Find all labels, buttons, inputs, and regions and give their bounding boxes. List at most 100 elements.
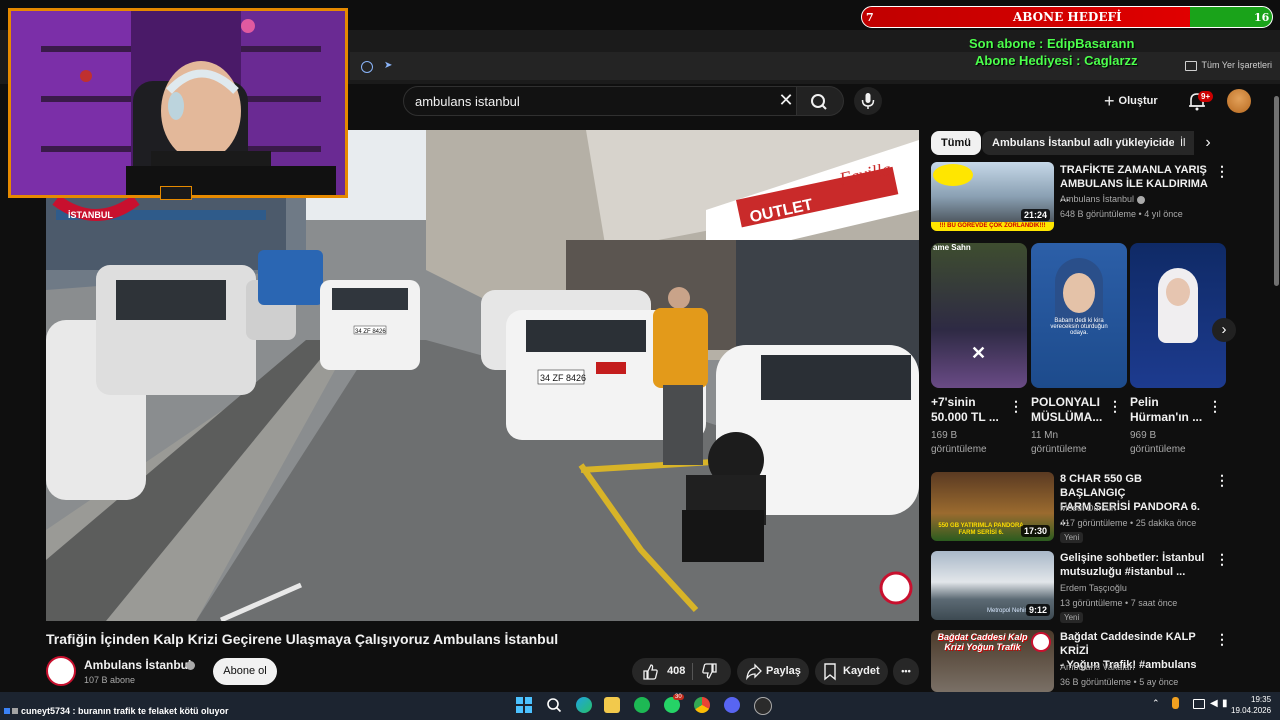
thumbnail-badge xyxy=(933,164,973,186)
related-video-channel[interactable]: Ambulans İstanbul xyxy=(1060,194,1145,204)
more-options-icon[interactable]: ⋮ xyxy=(1009,398,1023,415)
clock-time[interactable]: 19:35 xyxy=(1251,695,1271,704)
related-video-thumbnail[interactable]: !!! BU GÖREVDE ÇOK ZORLANDIK!!! 21:24 xyxy=(931,162,1054,231)
related-video-thumbnail[interactable]: Bağdat Caddesi Kalp Krizi Yoğun Trafik xyxy=(931,630,1054,692)
create-button[interactable]: + Oluştur xyxy=(1104,88,1158,114)
chrome-icon[interactable] xyxy=(694,697,710,713)
short-thumbnail[interactable] xyxy=(1130,243,1226,388)
obs-icon[interactable] xyxy=(754,697,772,715)
microphone-tray-icon[interactable] xyxy=(1172,697,1179,709)
like-button[interactable]: 408 xyxy=(642,658,685,685)
related-video-channel[interactable]: Ambulans Vakaları xyxy=(1060,662,1135,672)
discord-icon[interactable] xyxy=(724,697,740,713)
network-icon[interactable] xyxy=(1193,699,1205,709)
windows-start-icon[interactable] xyxy=(516,697,532,713)
chip-all[interactable]: Tümü xyxy=(931,131,981,155)
more-options-icon[interactable]: ⋮ xyxy=(1208,398,1222,415)
video-title: Trafiğin İçinden Kalp Krizi Geçirene Ula… xyxy=(46,631,559,647)
video-duration: 21:24 xyxy=(1020,209,1050,221)
thumbs-up-icon xyxy=(643,664,658,680)
video-duration: 9:12 xyxy=(1025,604,1050,616)
related-video-stats: 13 görüntüleme • 7 saat önce xyxy=(1060,598,1178,608)
short-views: 969 Bgörüntüleme xyxy=(1130,430,1186,455)
shorts-next-button[interactable]: › xyxy=(1212,318,1236,342)
channel-name[interactable]: Ambulans İstanbul xyxy=(84,658,191,672)
chip-related-label: İl xyxy=(1180,137,1186,149)
save-button[interactable]: Kaydet xyxy=(815,658,888,685)
subscribe-button[interactable]: Abone ol xyxy=(213,658,277,685)
dislike-button[interactable] xyxy=(702,658,718,696)
microphone-icon xyxy=(861,93,875,109)
share-button[interactable]: Paylaş xyxy=(737,658,809,685)
goal-label: ABONE HEDEFİ xyxy=(1013,10,1122,24)
goal-current-count: 7 xyxy=(866,11,874,24)
search-icon xyxy=(811,94,827,110)
streamer-logo-badge xyxy=(160,186,192,200)
scrollbar-thumb[interactable] xyxy=(1274,96,1279,286)
more-options-icon[interactable]: ⋮ xyxy=(1215,551,1229,568)
related-video-channel[interactable]: Mesut Dursun xyxy=(1060,503,1116,513)
short-title[interactable]: POLONYALI MÜSLÜMA... xyxy=(1031,395,1102,425)
voice-search-button[interactable] xyxy=(854,87,882,115)
spotify-icon[interactable] xyxy=(634,697,650,713)
thumbs-down-icon xyxy=(702,663,717,679)
search-icon[interactable] xyxy=(546,697,562,713)
battery-icon[interactable]: ▮ xyxy=(1222,698,1228,709)
chat-badge-icon xyxy=(4,708,10,714)
channel-logo-icon xyxy=(1031,632,1051,652)
plus-icon: + xyxy=(1104,91,1115,112)
account-avatar[interactable] xyxy=(1227,89,1251,113)
volume-icon[interactable]: ◀ xyxy=(1210,698,1218,709)
new-badge: Yeni xyxy=(1060,532,1084,543)
plate-1: 34 ZF 8426 xyxy=(355,329,386,335)
video-player[interactable]: OUTLET Favilla 34 ZF 8426 34 ZF 8426 İST… xyxy=(46,130,919,621)
close-x-mark: ✕ xyxy=(971,343,987,363)
related-video-channel[interactable]: Erdem Taşçıoğlu xyxy=(1060,583,1127,593)
plate-2: 34 ZF 8426 xyxy=(540,373,586,383)
short-title[interactable]: Pelin Hürman'ın ... xyxy=(1130,395,1202,425)
chat-badge-icon xyxy=(12,708,18,714)
related-video-thumbnail[interactable]: 550 GB YATIRIMLA PANDORA FARM SERİSİ 6. … xyxy=(931,472,1054,541)
channel-avatar[interactable] xyxy=(46,656,76,686)
short-title[interactable]: +7'sinin 50.000 TL ... xyxy=(931,395,999,425)
clear-search-icon[interactable]: ✕ xyxy=(777,91,795,109)
share-icon xyxy=(746,663,762,681)
short-thumbnail[interactable]: Babam dedi ki kira vereceksin oturduğun … xyxy=(1031,243,1127,388)
all-bookmarks-button[interactable]: Tüm Yer İşaretleri xyxy=(1185,60,1272,71)
chip-from-uploader[interactable]: Ambulans İstanbul adlı yükleyiciden xyxy=(982,131,1192,155)
stream-chat-message: cuneyt5734 : buranın trafik te felaket k… xyxy=(4,706,229,716)
more-actions-button[interactable]: ••• xyxy=(893,658,919,685)
like-dislike-group: 408 xyxy=(632,658,731,685)
webcam-overlay xyxy=(8,8,348,198)
more-options-icon[interactable]: ⋮ xyxy=(1215,472,1229,489)
extension-icon[interactable]: ➤ xyxy=(384,60,392,71)
watermark-text: İSTANBUL xyxy=(68,210,113,220)
related-video-stats: 417 görüntüleme • 25 dakika önce xyxy=(1060,518,1197,528)
related-video-title[interactable]: Gelişine sohbetler: İstanbul mutsuzluğu #… xyxy=(1060,551,1210,579)
site-info-icon[interactable] xyxy=(361,61,373,73)
verified-check-icon xyxy=(186,661,195,670)
create-label: Oluştur xyxy=(1118,95,1158,107)
thumbnail-caption: 550 GB YATIRIMLA PANDORA FARM SERİSİ 6. xyxy=(938,523,1024,536)
short-person-face xyxy=(1063,273,1095,313)
search-button[interactable] xyxy=(797,86,844,116)
chevron-right-icon[interactable]: › xyxy=(1199,134,1217,152)
last-subscriber-text: Son abone : EdipBasarann xyxy=(969,36,1135,51)
chip-related[interactable]: İl xyxy=(1174,131,1194,155)
more-options-icon[interactable]: ⋮ xyxy=(1215,163,1229,180)
thumbnail-caption: !!! BU GÖREVDE ÇOK ZORLANDIK!!! xyxy=(931,222,1054,231)
search-input-value: ambulans istanbul xyxy=(415,94,520,109)
clock-date[interactable]: 19.04.2026 xyxy=(1231,706,1271,715)
related-video-thumbnail[interactable]: Metropol Nehir... 9:12 xyxy=(931,551,1054,620)
edge-icon[interactable] xyxy=(576,697,592,713)
all-bookmarks-label: Tüm Yer İşaretleri xyxy=(1201,60,1272,70)
short-thumbnail[interactable]: ame Sahn ✕ xyxy=(931,243,1027,388)
whatsapp-badge: 30 xyxy=(673,694,684,700)
file-explorer-icon[interactable] xyxy=(604,697,620,713)
thumbnail-caption: Metropol Nehir... xyxy=(987,608,1032,614)
chevron-up-icon[interactable]: ⌃ xyxy=(1152,698,1160,709)
bookmark-icon xyxy=(824,663,836,681)
more-options-icon[interactable]: ⋮ xyxy=(1108,398,1122,415)
channel-watermark-icon xyxy=(879,571,913,605)
more-options-icon[interactable]: ⋮ xyxy=(1215,631,1229,648)
